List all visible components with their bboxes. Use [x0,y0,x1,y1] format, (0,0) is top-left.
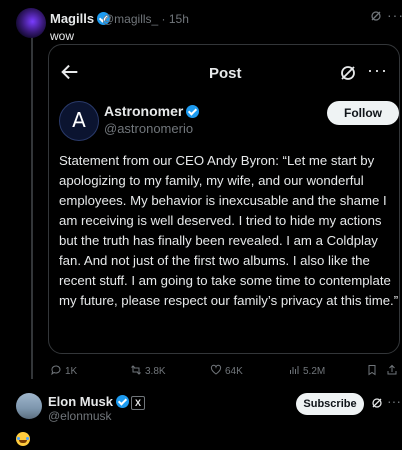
reply-handle[interactable]: @elonmusk [48,409,112,423]
affiliate-badge: X [131,396,146,410]
repost-count: 3.8K [145,366,166,377]
post-header: Post ··· [49,45,399,101]
avatar-logo-letter: A [72,108,86,132]
tweet-handle-time[interactable]: @magills_ · 15h [102,12,189,26]
account-handle: @astronomerio [104,121,194,136]
avatar[interactable] [16,393,42,419]
bookmark-icon [368,365,376,376]
post-title: Post [209,65,242,82]
account-name-text: Astronomer [104,103,184,119]
share-button[interactable] [386,364,401,377]
follow-button: Follow [327,101,399,125]
like-count: 64K [225,366,243,377]
repost-icon [131,365,141,375]
subscribe-button[interactable]: Subscribe [296,393,364,415]
grok-icon [341,66,355,80]
author-name[interactable]: Magills [50,11,94,26]
astronomer-avatar: A [59,101,99,141]
account-name: Astronomer [104,103,200,119]
view-count: 5.2M [303,366,326,377]
laughing-tears-emoji-icon [16,432,30,446]
thread-line [31,34,33,379]
views-button[interactable]: 5.2M [288,364,325,377]
avatar[interactable] [16,8,46,38]
reply-author[interactable]: Elon Musk X [48,394,146,410]
views-icon [290,366,299,374]
repost-button[interactable]: 3.8K [130,364,166,377]
bookmark-button[interactable] [366,364,381,377]
grok-icon[interactable] [370,10,382,22]
embedded-post-image[interactable]: Post ··· A Astronomer @astronomerio Foll… [48,44,400,354]
share-icon [387,364,397,375]
reply-icon [51,365,61,376]
grok-icon[interactable] [371,397,383,409]
more-icon[interactable]: ··· [387,7,402,23]
reply-count: 1K [65,366,78,377]
statement-text: Statement from our CEO Andy Byron: “Let … [59,153,399,308]
like-button[interactable]: 64K [210,364,243,377]
more-icon[interactable]: ··· [387,393,401,409]
reply-button[interactable]: 1K [50,364,77,377]
verified-badge-icon [186,105,200,118]
tweet-text: wow [50,29,75,43]
like-icon [210,364,222,375]
author-name[interactable]: Elon Musk [48,394,113,409]
more-icon: ··· [367,60,388,80]
back-arrow-icon [61,64,78,80]
verified-badge-icon [116,395,130,408]
